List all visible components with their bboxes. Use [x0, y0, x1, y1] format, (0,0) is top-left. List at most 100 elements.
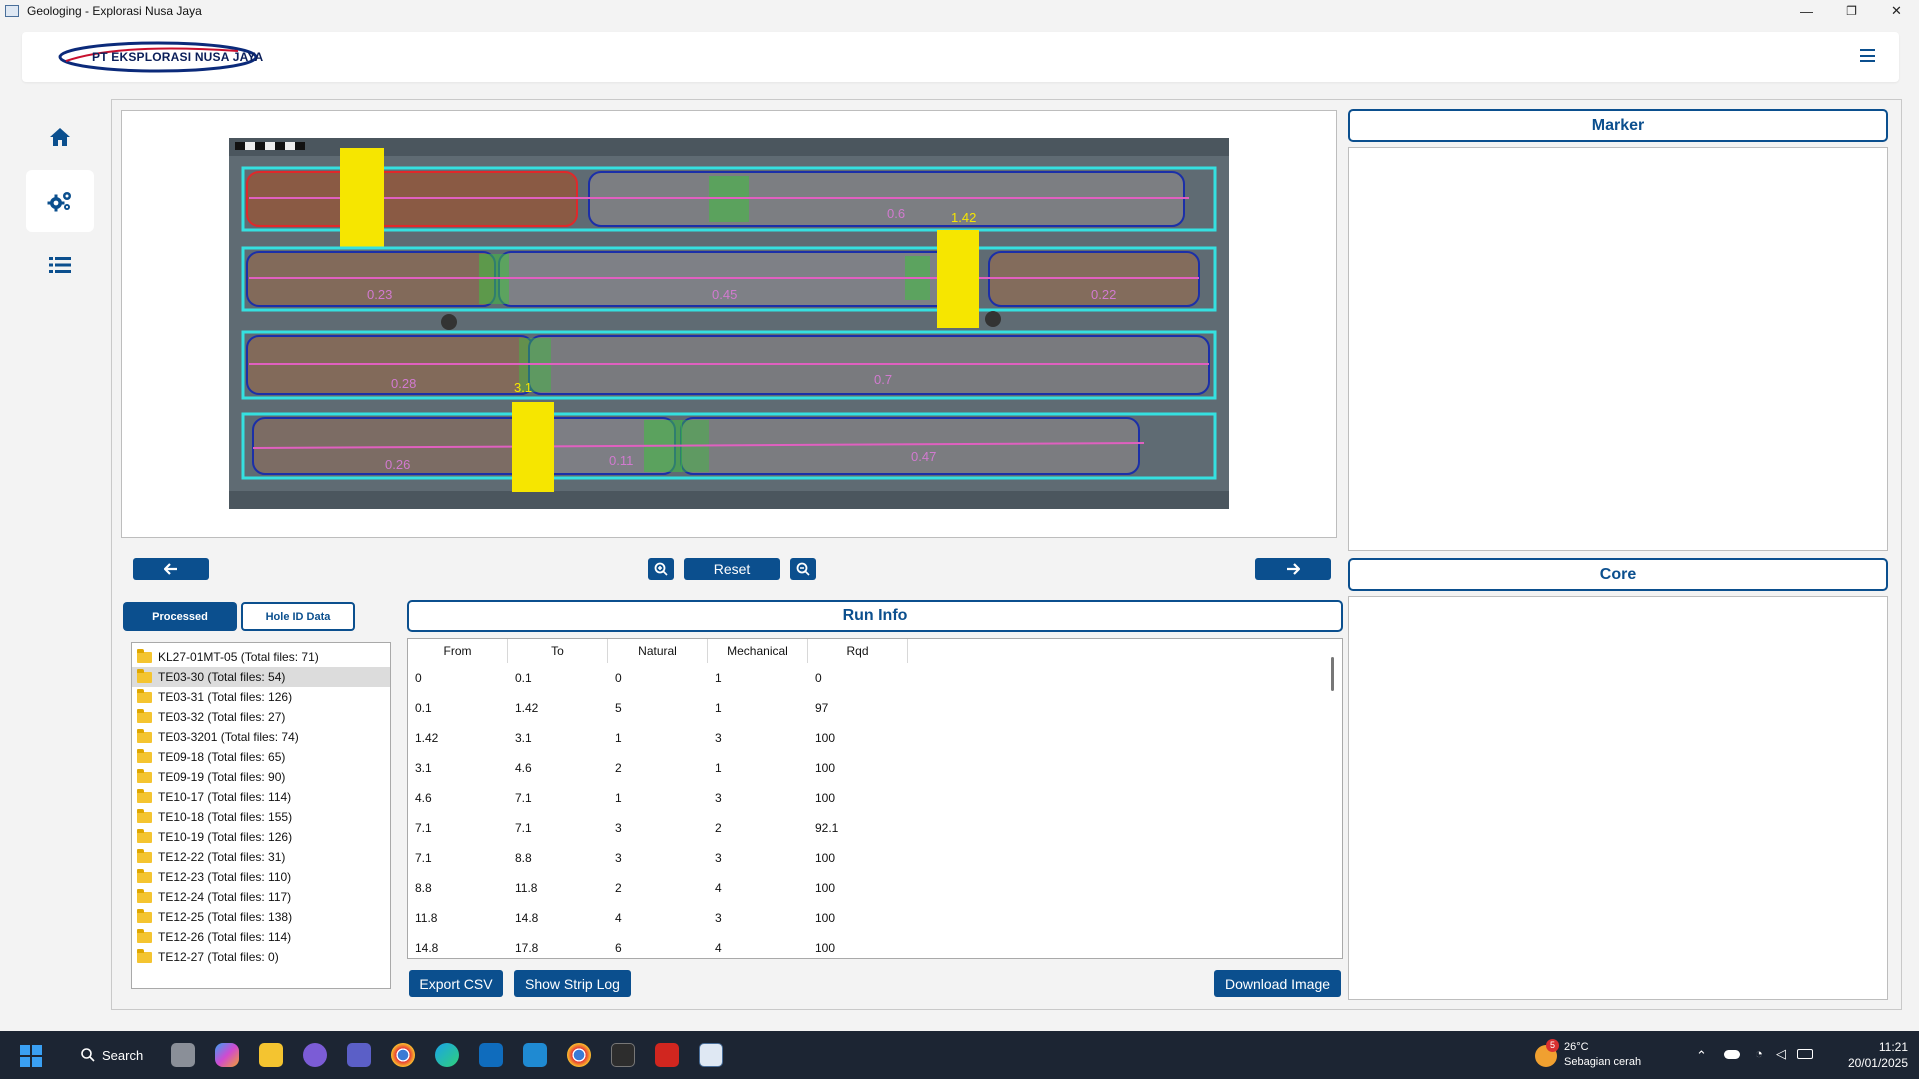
file-list-item[interactable]: TE10-17 (Total files: 114) — [132, 787, 390, 807]
column-header[interactable]: To — [508, 639, 608, 663]
table-row[interactable]: 7.1 7.1 3 2 92.1 — [408, 813, 908, 843]
hamburger-icon[interactable] — [1860, 49, 1875, 62]
table-row[interactable]: 14.8 17.8 6 4 100 — [408, 933, 908, 958]
table-cell: 3 — [715, 791, 722, 805]
nav-list[interactable] — [26, 234, 94, 296]
core-box-image[interactable]: 0.6 0.23 0.45 0.22 0.28 0.7 0.26 0.11 0.… — [229, 138, 1229, 509]
github-icon[interactable] — [303, 1043, 327, 1067]
battery-icon[interactable] — [1797, 1049, 1813, 1059]
file-list-item[interactable]: TE12-24 (Total files: 117) — [132, 887, 390, 907]
nav-settings[interactable] — [26, 170, 94, 232]
zoom-out-button[interactable] — [790, 558, 816, 580]
folder-icon — [137, 708, 152, 723]
file-list-item[interactable]: TE12-26 (Total files: 114) — [132, 927, 390, 947]
restore-button[interactable]: ❐ — [1829, 0, 1874, 22]
copilot-icon[interactable] — [215, 1043, 239, 1067]
file-list[interactable]: KL27-01MT-05 (Total files: 71) TE03-30 (T… — [131, 642, 391, 989]
file-list-item[interactable]: TE03-30 (Total files: 54) — [132, 667, 390, 687]
table-row[interactable]: 0.1 1.42 5 1 97 — [408, 693, 908, 723]
next-image-button[interactable] — [1255, 558, 1331, 580]
edge-icon[interactable] — [435, 1043, 459, 1067]
file-list-item[interactable]: TE10-18 (Total files: 155) — [132, 807, 390, 827]
file-list-item[interactable]: TE12-27 (Total files: 0) — [132, 947, 390, 967]
show-strip-log-button[interactable]: Show Strip Log — [514, 970, 631, 997]
geologing-app-icon[interactable] — [699, 1043, 723, 1067]
tray-chevron-icon[interactable]: ⌃ — [1696, 1048, 1707, 1064]
marker-title: Marker — [1348, 109, 1888, 142]
column-header[interactable]: Natural — [608, 639, 708, 663]
file-list-item[interactable]: TE12-22 (Total files: 31) — [132, 847, 390, 867]
taskbar-search[interactable]: Search — [68, 1042, 160, 1068]
taskbar-clock[interactable]: 11:21 20/01/2025 — [1838, 1039, 1908, 1071]
column-header[interactable]: Rqd — [808, 639, 908, 663]
file-list-item[interactable]: TE12-25 (Total files: 138) — [132, 907, 390, 927]
segment-label: 0.7 — [874, 372, 892, 387]
list-icon — [49, 257, 71, 273]
file-list-item[interactable]: TE10-19 (Total files: 126) — [132, 827, 390, 847]
table-row[interactable]: 1.42 3.1 1 3 100 — [408, 723, 908, 753]
weather-widget[interactable]: 5 26°C Sebagian cerah — [1535, 1039, 1653, 1071]
table-cell: 6 — [615, 941, 622, 955]
table-row[interactable]: 4.6 7.1 1 3 100 — [408, 783, 908, 813]
chrome-profile-icon[interactable] — [567, 1043, 591, 1067]
close-button[interactable]: ✕ — [1874, 0, 1919, 22]
column-header[interactable]: From — [408, 639, 508, 663]
table-row[interactable]: 11.8 14.8 4 3 100 — [408, 903, 908, 933]
folder-icon — [137, 928, 152, 943]
segment-label: 0.23 — [367, 287, 392, 302]
volume-icon[interactable]: ◁ — [1776, 1046, 1786, 1062]
file-list-item[interactable]: TE03-32 (Total files: 27) — [132, 707, 390, 727]
table-cell: 4 — [715, 941, 722, 955]
table-scrollbar[interactable] — [1331, 657, 1334, 691]
file-list-item-label: KL27-01MT-05 (Total files: 71) — [158, 650, 319, 664]
run-info-table[interactable]: From To Natural Mechanical Rqd 0 0.1 0 1 0 0.1 1.4… — [407, 638, 1343, 959]
minimize-button[interactable]: — — [1784, 0, 1829, 22]
table-cell: 100 — [815, 881, 836, 895]
file-list-item[interactable]: TE09-18 (Total files: 65) — [132, 747, 390, 767]
table-cell: 3 — [615, 821, 622, 835]
terminal-icon[interactable] — [611, 1043, 635, 1067]
table-row[interactable]: 0 0.1 0 1 0 — [408, 663, 908, 693]
table-cell: 1 — [615, 791, 622, 805]
app-header: PT EKSPLORASI NUSA JAYA — [22, 32, 1899, 82]
start-button[interactable] — [20, 1045, 42, 1067]
weather-temp: 26°C — [1564, 1041, 1589, 1053]
wifi-icon[interactable]: ◔ — [1755, 1046, 1763, 1061]
chrome-icon[interactable] — [391, 1043, 415, 1067]
folder-icon — [137, 648, 152, 663]
file-list-item[interactable]: TE12-23 (Total files: 110) — [132, 867, 390, 887]
core-panel — [1348, 596, 1888, 1000]
task-view-icon[interactable] — [171, 1043, 195, 1067]
zoom-in-button[interactable] — [648, 558, 674, 580]
table-cell: 7.1 — [515, 791, 532, 805]
nav-home[interactable] — [26, 106, 94, 168]
table-cell: 100 — [815, 851, 836, 865]
export-csv-button[interactable]: Export CSV — [409, 970, 503, 997]
column-header[interactable]: Mechanical — [708, 639, 808, 663]
file-list-item[interactable]: KL27-01MT-05 (Total files: 71) — [132, 647, 390, 667]
prev-image-button[interactable] — [133, 558, 209, 580]
vscode-icon[interactable] — [523, 1043, 547, 1067]
teams-icon[interactable] — [347, 1043, 371, 1067]
file-list-item[interactable]: TE03-31 (Total files: 126) — [132, 687, 390, 707]
outlook-icon[interactable] — [479, 1043, 503, 1067]
download-image-button[interactable]: Download Image — [1214, 970, 1341, 997]
table-row[interactable]: 7.1 8.8 3 3 100 — [408, 843, 908, 873]
taskbar: Search 5 26°C Sebagian cerah ⌃ ◔ ◁ 11:21… — [0, 1031, 1919, 1079]
table-cell: 5 — [615, 701, 622, 715]
tab-hole-id-data[interactable]: Hole ID Data — [241, 602, 355, 631]
onedrive-icon[interactable] — [1724, 1050, 1740, 1059]
table-cell: 7.1 — [415, 851, 432, 865]
file-explorer-icon[interactable] — [259, 1043, 283, 1067]
table-header: From To Natural Mechanical Rqd — [408, 639, 908, 663]
table-row[interactable]: 8.8 11.8 2 4 100 — [408, 873, 908, 903]
weather-badge: 5 — [1546, 1039, 1559, 1052]
reset-button[interactable]: Reset — [684, 558, 780, 580]
file-list-item[interactable]: TE09-19 (Total files: 90) — [132, 767, 390, 787]
zoom-in-icon — [654, 562, 668, 576]
acrobat-icon[interactable] — [655, 1043, 679, 1067]
file-list-item[interactable]: TE03-3201 (Total files: 74) — [132, 727, 390, 747]
tab-processed[interactable]: Processed — [123, 602, 237, 631]
segment-label: 0.11 — [609, 453, 633, 468]
table-row[interactable]: 3.1 4.6 2 1 100 — [408, 753, 908, 783]
